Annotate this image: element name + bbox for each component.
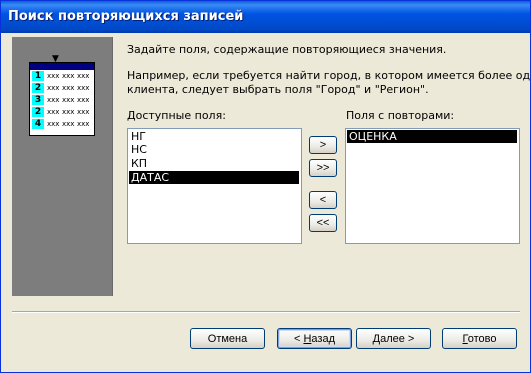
list-item[interactable]: НГ: [129, 130, 299, 143]
next-label: алее >: [380, 333, 415, 345]
row-cell: xxx: [77, 108, 90, 116]
row-cell: xxx: [77, 96, 90, 104]
illus-row: 2 xxx xxx xxx: [30, 83, 94, 93]
instruction-text: Задайте поля, содержащие повторяющиеся з…: [127, 43, 447, 56]
back-label: азад: [311, 333, 335, 345]
duplicate-fields-label: Поля с повторами:: [346, 109, 455, 122]
row-cell: xxx: [47, 120, 60, 128]
row-cell: xxx: [47, 96, 60, 104]
row-cell: xxx: [62, 72, 75, 80]
cancel-button[interactable]: Отмена: [190, 328, 265, 349]
row-number: 2: [32, 107, 44, 117]
illus-row: 4 xxx xxx xxx: [30, 119, 94, 129]
list-item[interactable]: НС: [129, 143, 299, 156]
illus-row: 1 xxx xxx xxx: [30, 71, 94, 81]
list-item[interactable]: КП: [129, 157, 299, 170]
footer-separator: [12, 311, 520, 313]
row-number: 4: [32, 119, 44, 129]
title-bar[interactable]: Поиск повторяющихся записей: [1, 1, 530, 33]
row-cell: xxx: [77, 84, 90, 92]
row-cell: xxx: [62, 84, 75, 92]
list-item-selected[interactable]: ДАТАС: [129, 171, 299, 184]
row-number: 2: [32, 83, 44, 93]
remove-all-fields-button[interactable]: <<: [309, 214, 337, 232]
example-text-line2: клиента, следует выбрать поля "Город" и …: [127, 83, 429, 96]
next-button[interactable]: Далее >: [356, 328, 431, 349]
add-all-fields-button[interactable]: >>: [309, 159, 337, 177]
finish-label: отово: [467, 333, 497, 345]
back-button[interactable]: < Назад: [277, 328, 352, 349]
row-cell: xxx: [62, 108, 75, 116]
table-header-bar: [30, 63, 94, 70]
illus-row: 2 xxx xxx xxx: [30, 107, 94, 117]
add-field-button[interactable]: >: [309, 136, 337, 154]
next-hotkey: Д: [372, 333, 381, 345]
row-cell: xxx: [47, 108, 60, 116]
wizard-illustration: ▼ 1 xxx xxx xxx 2 xxx xxx xxx 3 xxx xxx …: [12, 37, 113, 296]
example-text-line1: Например, если требуется найти город, в …: [127, 69, 531, 82]
row-number: 1: [32, 71, 44, 81]
wizard-window: Поиск повторяющихся записей ▼ 1 xxx xxx …: [0, 0, 531, 373]
duplicate-fields-list[interactable]: ОЦЕНКА: [345, 128, 520, 244]
illus-row: 3 xxx xxx xxx: [30, 95, 94, 105]
row-cell: xxx: [62, 120, 75, 128]
row-cell: xxx: [47, 84, 60, 92]
window-title: Поиск повторяющихся записей: [8, 9, 244, 24]
available-fields-label: Доступные поля:: [127, 109, 226, 122]
remove-field-button[interactable]: <: [309, 191, 337, 209]
row-number: 3: [32, 95, 44, 105]
finish-button[interactable]: Готово: [442, 328, 517, 349]
row-cell: xxx: [77, 120, 90, 128]
table-illustration: ▼ 1 xxx xxx xxx 2 xxx xxx xxx 3 xxx xxx …: [29, 55, 95, 136]
list-item-selected[interactable]: ОЦЕНКА: [347, 130, 517, 143]
available-fields-list[interactable]: НГ НС КП ДАТАС: [127, 128, 302, 244]
row-cell: xxx: [62, 96, 75, 104]
row-cell: xxx: [47, 72, 60, 80]
row-cell: xxx: [77, 72, 90, 80]
